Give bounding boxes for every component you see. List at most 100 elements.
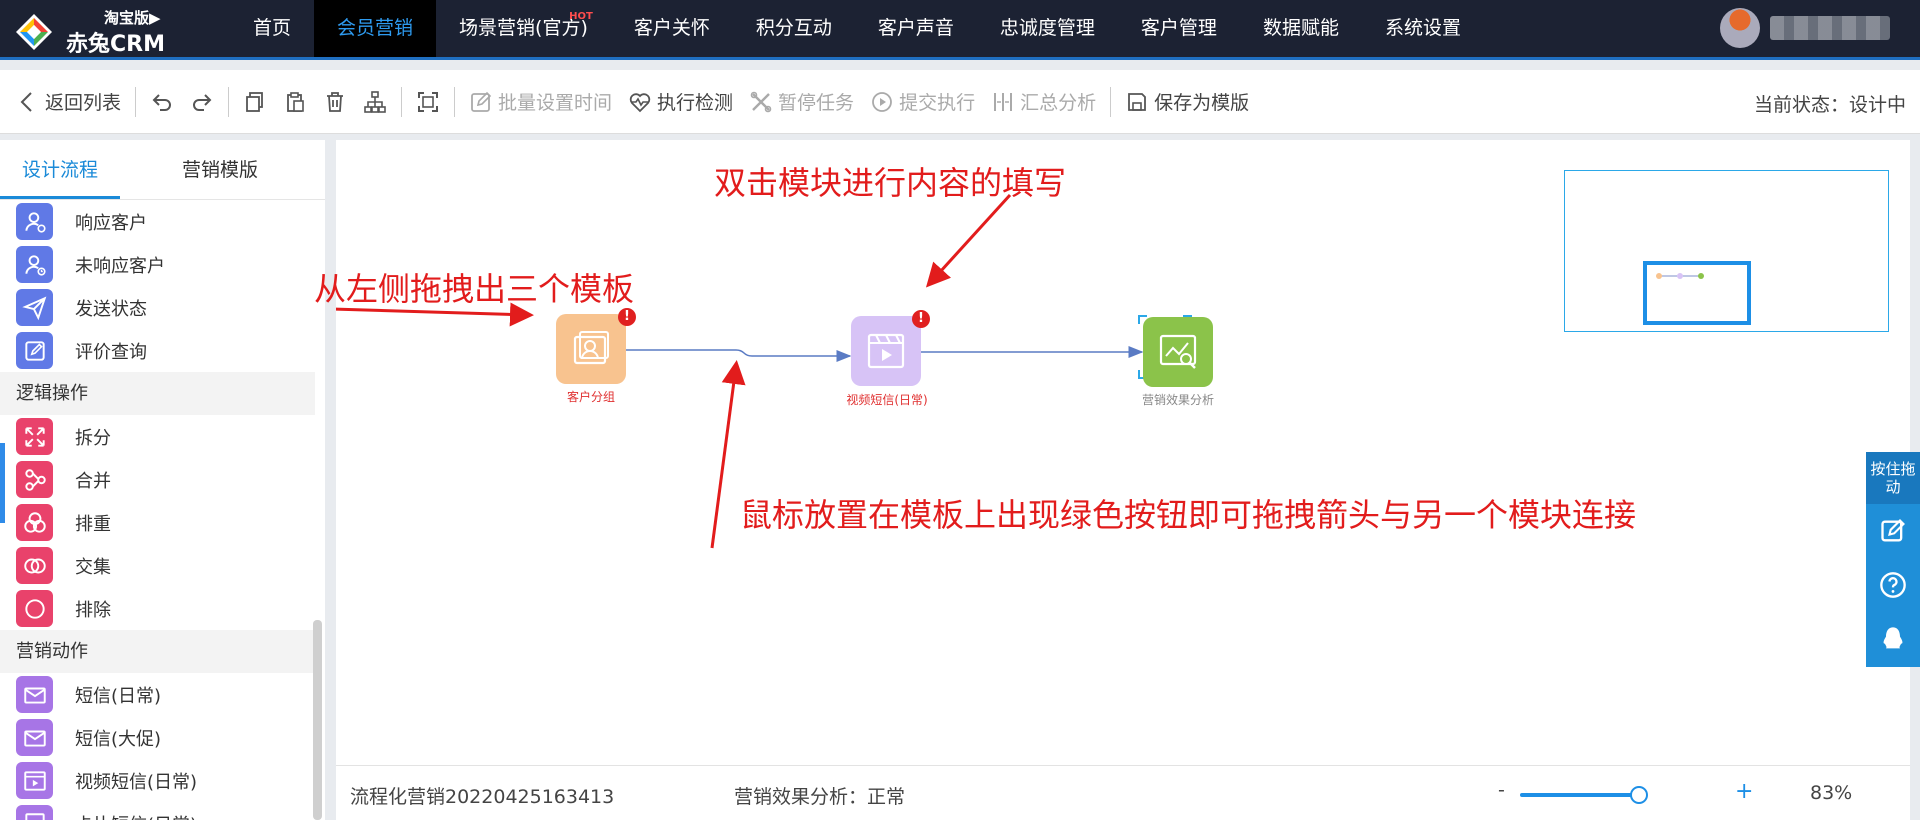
- nav-item-customer-voice[interactable]: 客户声音: [855, 0, 977, 57]
- minimap-viewport[interactable]: [1643, 261, 1751, 325]
- error-badge: !: [618, 308, 636, 326]
- zoom-slider-track[interactable]: [1520, 793, 1640, 797]
- scroll-position-marker: [0, 443, 5, 523]
- annotation-arrow-connect: [710, 360, 746, 549]
- group-marketing-actions[interactable]: 营销动作: [0, 630, 315, 673]
- node-label-video-sms: 视频短信(日常): [846, 393, 928, 407]
- toolbar-divider: [454, 86, 456, 117]
- component-sidebar: 设计流程 营销模版 响应客户 未响应客户 发送状态 评价查询 逻辑操作 拆分 合…: [0, 140, 325, 820]
- list-item-responded-customers[interactable]: 响应客户: [0, 200, 325, 243]
- toolbar-divider: [135, 86, 137, 117]
- brand-logo[interactable]: 淘宝版▶ 赤兔CRM: [14, 6, 174, 57]
- submit-exec-button[interactable]: 提交执行: [862, 88, 983, 115]
- redo-button[interactable]: [182, 90, 222, 114]
- drag-handle[interactable]: 按住拖动: [1866, 452, 1920, 504]
- nav-item-customer-care[interactable]: 客户关怀: [611, 0, 733, 57]
- connector-group-to-video[interactable]: [626, 349, 852, 362]
- analysis-chart-icon: [1159, 334, 1197, 369]
- summary-analysis-button[interactable]: 汇总分析: [983, 88, 1104, 115]
- paper-plane-icon: [16, 289, 53, 326]
- tools-icon: [750, 91, 772, 112]
- feedback-button[interactable]: [1866, 504, 1920, 558]
- copy-button[interactable]: [235, 90, 275, 114]
- node-label-customer-group: 客户分组: [566, 390, 615, 404]
- list-item-card-sms-daily[interactable]: 卡片短信(日常): [0, 802, 325, 820]
- brand-edition[interactable]: 淘宝版▶: [104, 7, 161, 28]
- nav-item-customer-management[interactable]: 客户管理: [1118, 0, 1240, 57]
- nav-item-scene-marketing[interactable]: 场景营销(官方) HOT: [436, 0, 611, 57]
- node-label-marketing-analysis: 营销效果分析: [1141, 393, 1214, 407]
- qq-penguin-icon: [1883, 627, 1903, 649]
- annotation-drag-templates: 从左侧拖拽出三个模板: [314, 270, 635, 308]
- fit-view-button[interactable]: [408, 90, 448, 114]
- heartbeat-icon: [629, 92, 651, 112]
- list-item-unresponded-customers[interactable]: 未响应客户: [0, 243, 325, 286]
- toolbar-divider: [401, 86, 403, 117]
- main-nav: 首页 会员营销 场景营销(官方) HOT 客户关怀 积分互动 客户声音 忠诚度管理…: [230, 0, 1484, 57]
- zoom-slider-handle[interactable]: [1630, 786, 1648, 804]
- group-logic-operations[interactable]: 逻辑操作: [0, 372, 315, 415]
- nav-item-data[interactable]: 数据赋能: [1240, 0, 1362, 57]
- tab-design-flow[interactable]: 设计流程: [0, 140, 120, 199]
- video-sms-icon: [16, 762, 53, 799]
- list-item-merge[interactable]: 合并: [0, 458, 325, 501]
- undo-button[interactable]: [142, 90, 182, 114]
- qq-contact-button[interactable]: [1866, 612, 1920, 666]
- status-bar: 流程化营销20220425163413 营销效果分析：正常 - + 83%: [336, 765, 1910, 820]
- list-item-exclude[interactable]: 排除: [0, 587, 325, 630]
- nav-item-home[interactable]: 首页: [230, 0, 314, 57]
- brand-logo-icon: [16, 14, 52, 50]
- top-nav-bar: 淘宝版▶ 赤兔CRM 首页 会员营销 场景营销(官方) HOT 客户关怀 积分互动…: [0, 0, 1920, 60]
- nav-item-loyalty[interactable]: 忠诚度管理: [977, 0, 1118, 57]
- zoom-in-button[interactable]: +: [1735, 779, 1753, 804]
- list-item-review-query[interactable]: 评价查询: [0, 329, 325, 372]
- user-check-icon: [16, 203, 53, 240]
- mail-icon: [16, 676, 53, 713]
- pause-task-button[interactable]: 暂停任务: [741, 88, 862, 115]
- sidebar-tabs: 设计流程 营销模版: [0, 140, 325, 200]
- play-circle-icon: [872, 91, 892, 112]
- flow-canvas[interactable]: 双击模块进行内容的填写 从左侧拖拽出三个模板 鼠标放置在模板上出现绿色按钮即可拖…: [314, 140, 1910, 765]
- batch-time-button[interactable]: 批量设置时间: [461, 88, 620, 115]
- save-as-template-button[interactable]: 保存为模版: [1117, 88, 1257, 115]
- flow-node-video-sms[interactable]: [851, 316, 921, 386]
- save-icon: [1128, 92, 1146, 111]
- mail-icon: [16, 719, 53, 756]
- list-item-video-sms-daily[interactable]: 视频短信(日常): [0, 759, 325, 802]
- back-to-list-button[interactable]: 返回列表: [8, 88, 129, 115]
- avatar[interactable]: [1720, 8, 1760, 48]
- minimap[interactable]: [1564, 170, 1889, 332]
- nav-item-member-marketing[interactable]: 会员营销: [314, 0, 437, 57]
- delete-button[interactable]: [315, 90, 355, 114]
- help-button[interactable]: [1866, 558, 1920, 612]
- card-sms-icon: [16, 805, 53, 820]
- tab-marketing-templates[interactable]: 营销模版: [120, 140, 320, 199]
- flow-name: 流程化营销20220425163413: [350, 786, 615, 808]
- flow-node-customer-group[interactable]: [556, 314, 626, 384]
- list-item-send-status[interactable]: 发送状态: [0, 286, 325, 329]
- list-item-sms-daily[interactable]: 短信(日常): [0, 673, 325, 716]
- toolbar-divider: [228, 86, 230, 117]
- annotation-connect-hint: 鼠标放置在模板上出现绿色按钮即可拖拽箭头与另一个模块连接: [740, 496, 1637, 534]
- list-item-intersect[interactable]: 交集: [0, 544, 325, 587]
- user-clock-icon: [16, 246, 53, 283]
- exclude-icon: [16, 590, 53, 627]
- list-item-split[interactable]: 拆分: [0, 415, 325, 458]
- nav-item-points[interactable]: 积分互动: [733, 0, 855, 57]
- paste-icon: [287, 91, 304, 112]
- flow-node-marketing-analysis[interactable]: [1143, 317, 1213, 387]
- user-menu[interactable]: [1720, 6, 1900, 50]
- zoom-out-button[interactable]: -: [1498, 779, 1505, 801]
- exec-check-button[interactable]: 执行检测: [620, 88, 741, 115]
- list-item-sms-promo[interactable]: 短信(大促): [0, 716, 325, 759]
- paste-button[interactable]: [275, 90, 315, 114]
- nav-item-settings[interactable]: 系统设置: [1362, 0, 1484, 57]
- hot-badge: HOT: [569, 11, 593, 22]
- sidebar-scrollbar[interactable]: [313, 620, 322, 820]
- list-item-dedupe[interactable]: 排重: [0, 501, 325, 544]
- copy-icon: [246, 91, 263, 112]
- brand-name: 赤兔CRM: [66, 32, 165, 57]
- video-sms-icon: [867, 333, 905, 369]
- dedupe-icon: [16, 504, 53, 541]
- auto-layout-button[interactable]: [355, 90, 395, 114]
